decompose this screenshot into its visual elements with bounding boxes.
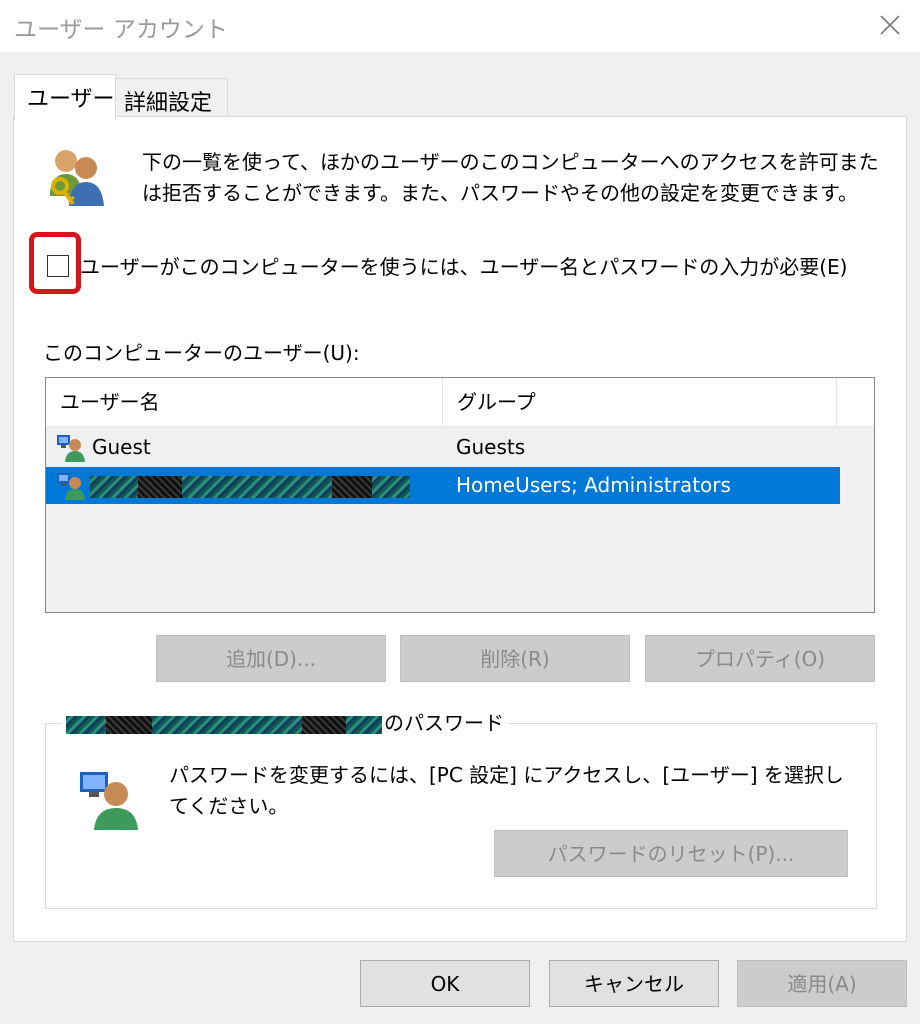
properties-button[interactable]: プロパティ(O)	[645, 635, 875, 682]
user-icon	[57, 435, 85, 462]
add-user-button[interactable]: 追加(D)...	[156, 635, 386, 682]
users-tab-panel: 下の一覧を使って、ほかのユーザーのこのコンピューターへのアクセスを許可または拒否…	[13, 116, 907, 942]
redacted-username	[66, 715, 382, 734]
checkbox-highlight-frame	[29, 232, 81, 294]
tab-users-label: ユーザー	[27, 87, 115, 112]
window-title: ユーザー アカウント	[14, 17, 228, 43]
row-username: Guest	[92, 435, 151, 459]
tab-advanced-label: 詳細設定	[124, 91, 213, 116]
title-bar: ユーザー アカウント	[0, 0, 920, 52]
users-list-label: このコンピューターのユーザー(U):	[43, 341, 360, 365]
list-header: ユーザー名 グループ	[46, 378, 874, 427]
cancel-button[interactable]: キャンセル	[549, 960, 719, 1007]
redacted-username	[90, 476, 410, 498]
password-instructions: パスワードを変更するには、[PC 設定] にアクセスし、[ユーザー] を選択して…	[169, 763, 844, 818]
ok-button[interactable]: OK	[360, 960, 530, 1007]
table-row-selected[interactable]: HomeUsers; Administrators	[46, 467, 840, 504]
user-icon	[57, 473, 85, 500]
reset-password-button[interactable]: パスワードのリセット(P)...	[494, 830, 848, 877]
password-group-legend: のパスワード	[62, 710, 508, 736]
users-listview[interactable]: ユーザー名 グループ Guest Guests HomeUsers; Admin…	[45, 377, 875, 613]
row-group: HomeUsers; Administrators	[456, 473, 731, 497]
remove-user-button[interactable]: 削除(R)	[400, 635, 630, 682]
password-groupbox: のパスワード パスワードを変更するには、[PC 設定] にアクセスし、[ユーザー…	[45, 710, 877, 909]
intro-description: 下の一覧を使って、ほかのユーザーのこのコンピューターへのアクセスを許可または拒否…	[142, 150, 879, 205]
password-legend-suffix: のパスワード	[384, 711, 504, 735]
column-header-username[interactable]: ユーザー名	[46, 378, 443, 426]
users-keys-icon	[50, 150, 104, 206]
row-group: Guests	[456, 435, 526, 459]
apply-button[interactable]: 適用(A)	[737, 960, 907, 1007]
user-monitor-icon	[80, 772, 138, 830]
tab-users[interactable]: ユーザー	[14, 74, 116, 120]
table-row[interactable]: Guest Guests	[46, 429, 840, 466]
column-header-group[interactable]: グループ	[443, 378, 837, 426]
close-icon[interactable]	[876, 11, 904, 39]
tab-advanced-settings[interactable]: 詳細設定	[114, 78, 228, 117]
require-password-label[interactable]: ユーザーがこのコンピューターを使うには、ユーザー名とパスワードの入力が必要(E)	[80, 251, 847, 280]
